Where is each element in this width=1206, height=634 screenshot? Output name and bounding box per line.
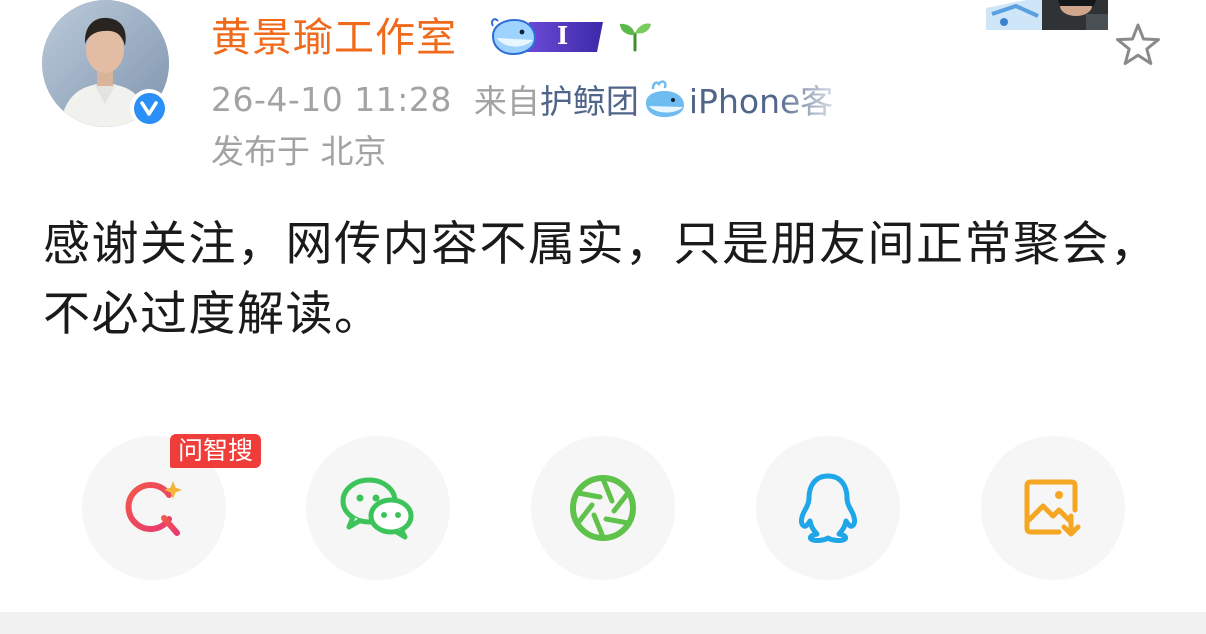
qq-penguin-icon bbox=[799, 473, 857, 544]
post-from-prefix: 来自 bbox=[473, 82, 540, 121]
wechat-icon bbox=[340, 477, 414, 540]
verified-badge bbox=[130, 89, 168, 127]
verified-check-icon bbox=[133, 92, 165, 124]
post-location: 发布于 北京 bbox=[211, 132, 387, 171]
save-image-button[interactable] bbox=[981, 436, 1125, 580]
camera-shutter-icon bbox=[570, 475, 636, 541]
vip-level-label: I bbox=[557, 21, 569, 50]
share-wechat-button[interactable] bbox=[306, 436, 450, 580]
author-name[interactable]: 黄景瑜工作室 bbox=[211, 12, 457, 64]
post-meta: 26-4-10 11:28 来自 护鲸团 iPhone客 bbox=[211, 76, 833, 122]
magnifier-sparkle-icon bbox=[125, 481, 182, 536]
cover-thumbnail[interactable] bbox=[986, 0, 1114, 30]
star-outline-icon[interactable] bbox=[1114, 22, 1162, 68]
whale-source-icon bbox=[643, 79, 687, 119]
bottom-divider bbox=[0, 612, 1206, 634]
post-content: 感谢关注，网传内容不属实，只是朋友间正常聚会，不必过度解读。 bbox=[43, 217, 1159, 342]
image-download-icon bbox=[1024, 479, 1081, 537]
share-moments-button[interactable] bbox=[531, 436, 675, 580]
post-source-link[interactable]: 护鲸团 bbox=[540, 75, 639, 123]
post-time: 26-4-10 11:28 bbox=[211, 79, 452, 119]
ai-search-tag: 问智搜 bbox=[170, 434, 262, 468]
sprout-icon bbox=[616, 16, 654, 54]
whale-vip-badge-icon[interactable]: I bbox=[489, 14, 607, 58]
share-qq-button[interactable] bbox=[756, 436, 900, 580]
post-client: iPhone客 bbox=[688, 82, 834, 121]
